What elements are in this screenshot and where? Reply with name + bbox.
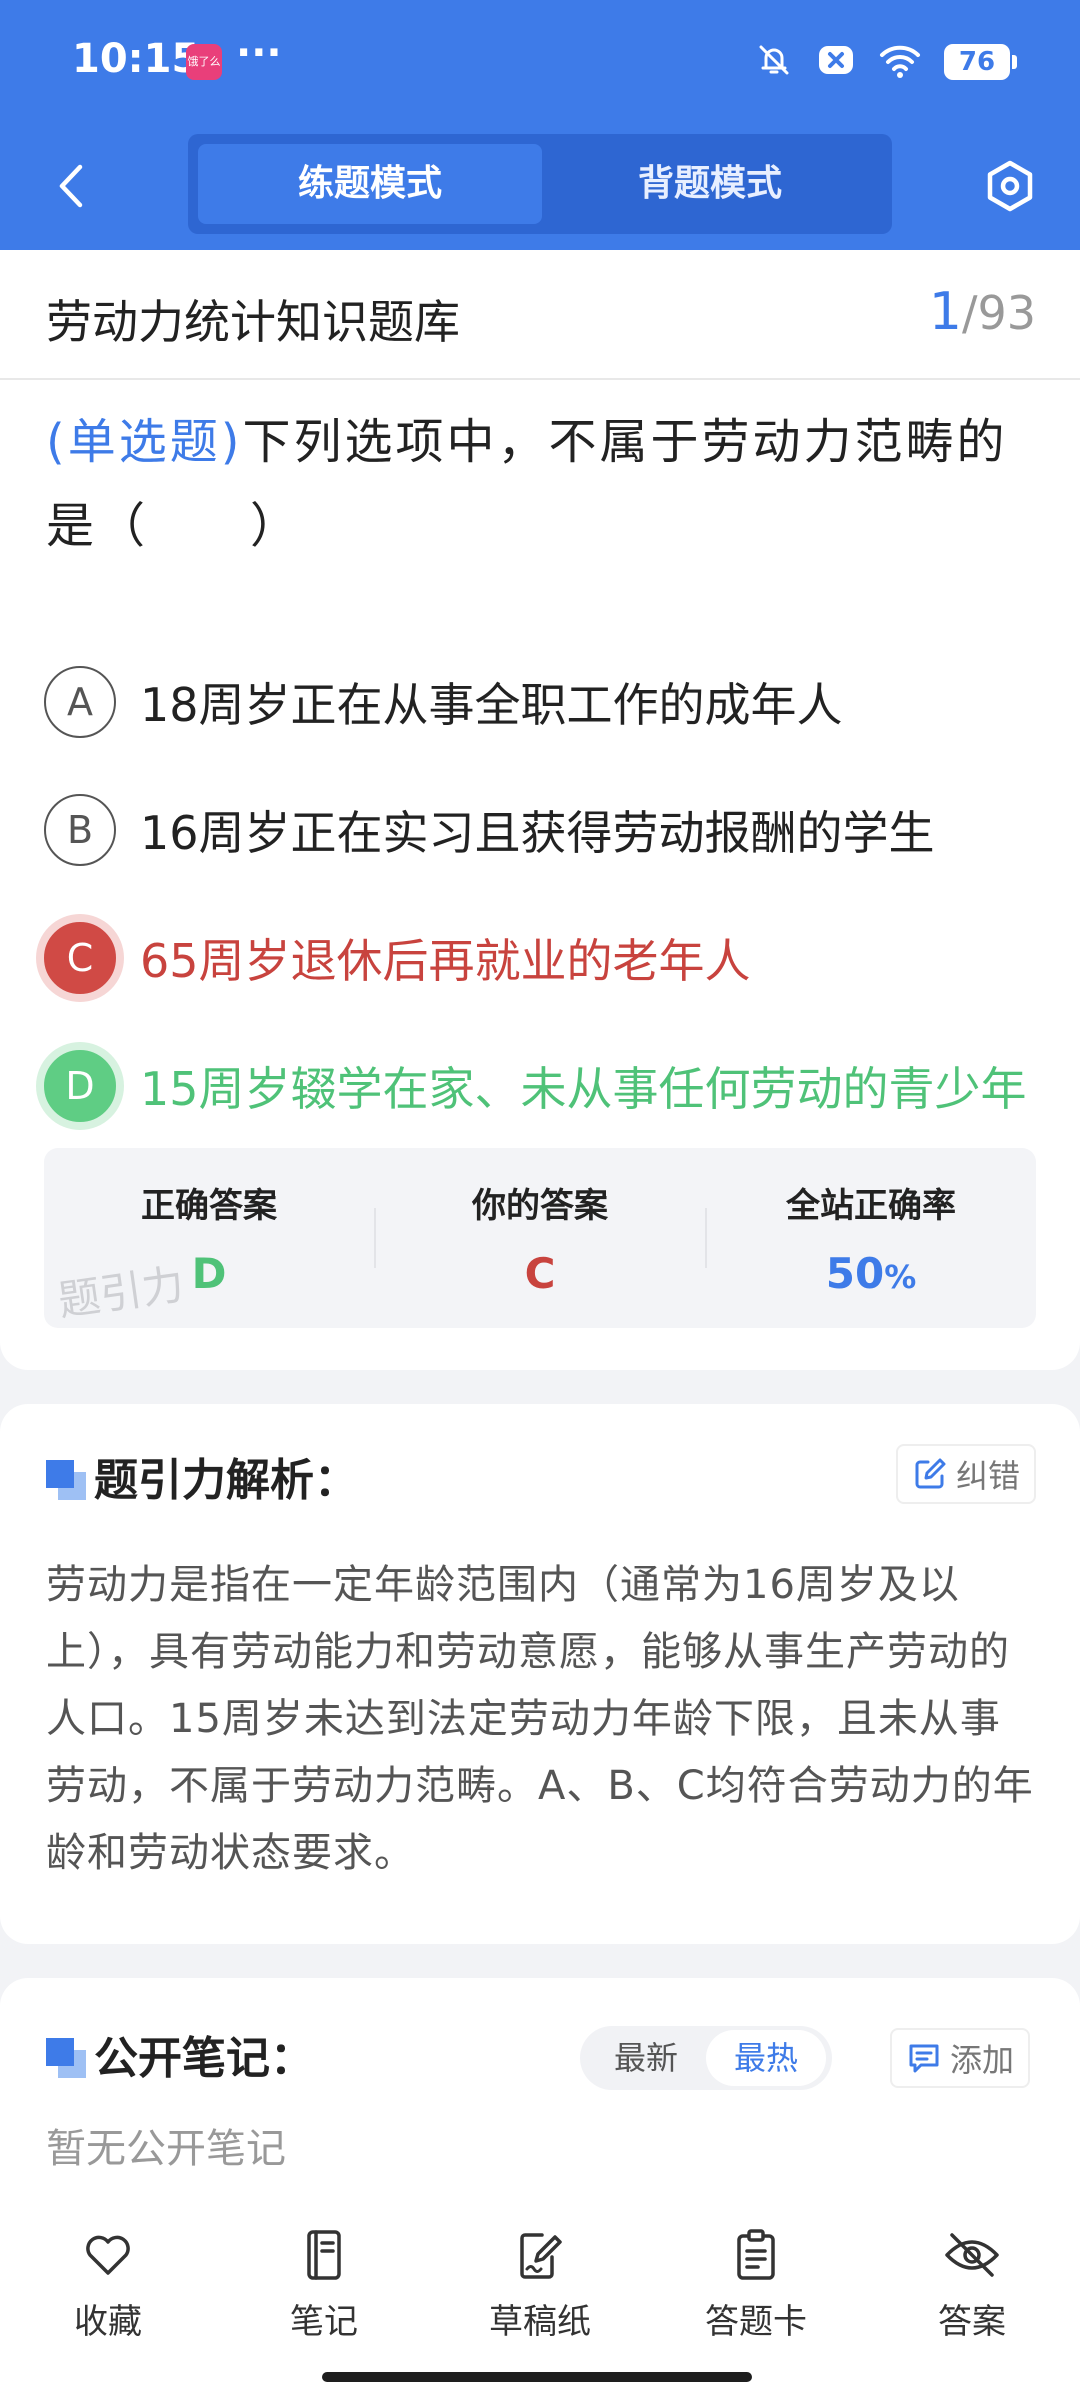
bottom-toolbar: 收藏 笔记 草稿纸 答题卡 答案 xyxy=(0,2210,1080,2343)
notification-app-icon: 饿了么 xyxy=(186,44,222,80)
chevron-left-icon xyxy=(59,164,83,208)
sort-hottest-tab[interactable]: 最热 xyxy=(706,2030,826,2086)
divider xyxy=(0,378,1080,380)
status-icons: 76 xyxy=(754,40,1017,84)
notebook-icon xyxy=(307,2230,341,2280)
notes-sort-toggle: 最新 最热 xyxy=(580,2026,832,2090)
hexagon-settings-icon xyxy=(987,160,1033,212)
settings-button[interactable] xyxy=(976,152,1044,220)
report-error-button[interactable]: 纠错 xyxy=(896,1444,1037,1504)
question-counter: 1/93 xyxy=(929,282,1036,342)
option-b[interactable]: B 16周岁正在实习且获得劳动报酬的学生 xyxy=(44,790,1044,870)
option-d-text: 15周岁辍学在家、未从事任何劳动的青少年 xyxy=(140,1062,1027,1116)
accuracy-unit: % xyxy=(884,1258,917,1296)
analysis-title: 题引力解析： xyxy=(94,1455,358,1506)
tab-review-mode[interactable]: 背题模式 xyxy=(538,144,882,224)
show-answer-button[interactable]: 答案 xyxy=(882,2224,1062,2343)
analysis-text: 劳动力是指在一定年龄范围内（通常为16周岁及以上），具有劳动能力和劳动意愿，能够… xyxy=(46,1562,1034,1876)
favorite-label: 收藏 xyxy=(74,2302,142,2342)
analysis-card: 题引力解析： 纠错 劳动力是指在一定年龄范围内（通常为16周岁及以上），具有劳动… xyxy=(0,1404,1080,1944)
accuracy-value: 50% xyxy=(706,1249,1036,1298)
option-c-text: 65周岁退休后再就业的老年人 xyxy=(140,934,751,988)
favorite-button[interactable]: 收藏 xyxy=(18,2224,198,2343)
option-a-text: 18周岁正在从事全职工作的成年人 xyxy=(140,678,843,732)
notes-label: 笔记 xyxy=(290,2302,358,2342)
question-type: (单选题) xyxy=(46,414,243,470)
option-d[interactable]: D 15周岁辍学在家、未从事任何劳动的青少年 xyxy=(44,1046,1044,1126)
current-question-number: 1 xyxy=(928,282,962,342)
accuracy-label: 全站正确率 xyxy=(786,1186,956,1226)
home-indicator[interactable] xyxy=(322,2372,752,2382)
question-stem: (单选题)下列选项中，不属于劳动力范畴的是（ ） xyxy=(46,400,1046,568)
notes-button[interactable]: 笔记 xyxy=(234,2224,414,2343)
back-button[interactable] xyxy=(40,154,104,218)
mode-toggle: 练题模式 背题模式 xyxy=(188,134,892,234)
heart-icon xyxy=(86,2235,130,2275)
answer-sheet-label: 答题卡 xyxy=(705,2302,807,2342)
notes-title: 公开笔记： xyxy=(94,2033,314,2084)
option-d-letter: D xyxy=(44,1050,116,1122)
sort-newest-tab[interactable]: 最新 xyxy=(586,2030,706,2086)
question-bank-title: 劳动力统计知识题库 xyxy=(46,295,460,349)
option-a-letter: A xyxy=(44,666,116,738)
your-answer-label: 你的答案 xyxy=(472,1186,608,1226)
nav-bar: 练题模式 背题模式 xyxy=(0,134,1080,238)
section-marker-icon xyxy=(46,1460,86,1500)
draft-edit-icon xyxy=(520,2233,562,2279)
total-questions: 93 xyxy=(977,286,1036,340)
report-error-label: 纠错 xyxy=(956,1457,1021,1495)
correct-answer-label: 正确答案 xyxy=(141,1186,277,1226)
your-answer-value: C xyxy=(524,1249,556,1298)
add-note-label: 添加 xyxy=(950,2041,1015,2079)
your-answer-block: 你的答案 C xyxy=(375,1178,705,1298)
option-b-letter: B xyxy=(44,794,116,866)
tab-practice-mode[interactable]: 练题模式 xyxy=(198,144,542,224)
answer-sheet-button[interactable]: 答题卡 xyxy=(666,2224,846,2343)
more-notifications-icon: ··· xyxy=(236,30,282,76)
option-c[interactable]: C 65周岁退休后再就业的老年人 xyxy=(44,918,1044,998)
show-answer-label: 答案 xyxy=(938,2302,1006,2342)
status-time: 10:15 xyxy=(72,36,200,82)
app-header: 10:15 饿了么 ··· 76 练题模式 背题模式 xyxy=(0,0,1080,250)
accuracy-block: 全站正确率 50% xyxy=(706,1178,1036,1298)
add-note-button[interactable]: 添加 xyxy=(890,2028,1031,2088)
option-a[interactable]: A 18周岁正在从事全职工作的成年人 xyxy=(44,662,1044,742)
close-badge-icon xyxy=(816,40,856,84)
mute-bell-icon xyxy=(754,40,794,84)
battery-icon: 76 xyxy=(944,44,1017,80)
status-bar: 10:15 饿了么 ··· 76 xyxy=(0,0,1080,125)
option-b-text: 16周岁正在实习且获得劳动报酬的学生 xyxy=(140,806,935,860)
edit-icon xyxy=(915,1458,946,1489)
empty-notes-text: 暂无公开笔记 xyxy=(46,2126,286,2172)
comment-icon xyxy=(909,2044,939,2073)
draft-paper-button[interactable]: 草稿纸 xyxy=(450,2224,630,2343)
question-card: 劳动力统计知识题库 1/93 (单选题)下列选项中，不属于劳动力范畴的是（ ） … xyxy=(0,250,1080,1370)
clipboard-icon xyxy=(737,2229,775,2280)
section-marker-icon xyxy=(46,2038,86,2078)
option-c-letter: C xyxy=(44,922,116,994)
draft-paper-label: 草稿纸 xyxy=(489,2302,591,2342)
eye-off-icon xyxy=(945,2233,999,2277)
answer-summary: 正确答案 D 你的答案 C 全站正确率 50% 题引力 xyxy=(44,1148,1036,1328)
counter-separator: / xyxy=(961,286,978,340)
wifi-icon xyxy=(878,40,922,84)
accuracy-number: 50 xyxy=(825,1249,885,1298)
